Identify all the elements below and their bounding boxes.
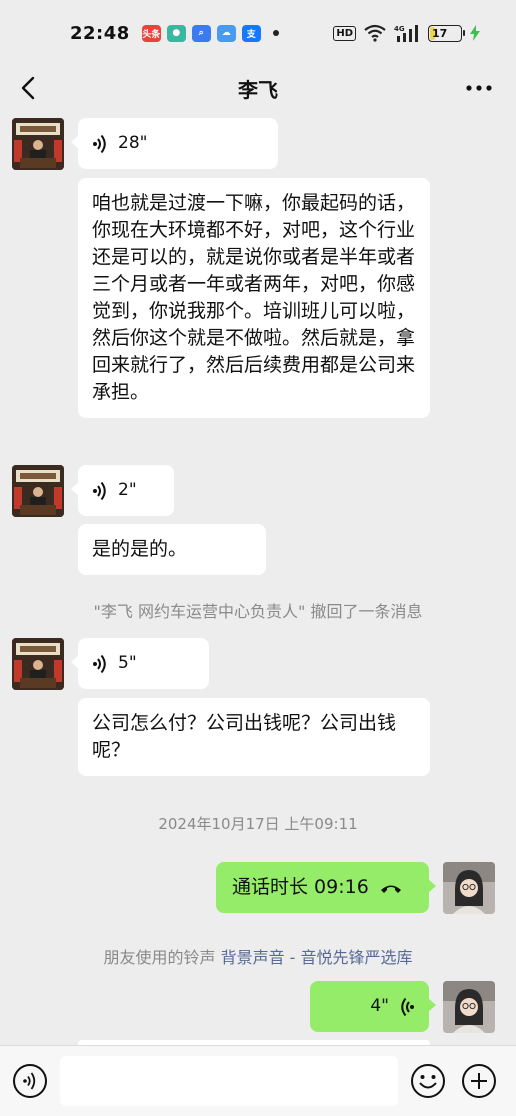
status-bar: 22:48 头条 ● ⌕ ☁ 支 HD 4G 17: [0, 0, 516, 66]
text-message-bubble[interactable]: 是的是的。: [78, 524, 266, 575]
weather-app-icon: ☁: [216, 24, 236, 42]
voice-wave-icon: [93, 134, 106, 153]
chat-header: 李飞: [0, 66, 516, 110]
chat-app-icon: ●: [166, 24, 186, 42]
search-app-icon: ⌕: [191, 24, 211, 42]
call-duration-text: 通话时长 09:16: [232, 876, 369, 898]
phone-hangup-icon: [380, 885, 401, 893]
contact-avatar[interactable]: [12, 638, 64, 690]
voice-message-bubble[interactable]: 4": [310, 981, 436, 1032]
wifi-icon: [364, 24, 386, 42]
voice-message-bubble[interactable]: 2": [71, 465, 174, 516]
chat-title: 李飞: [238, 77, 278, 102]
voice-duration: 28": [118, 133, 148, 153]
message-text: 咱也就是过渡一下嘛，你最起码的话，你现在大环境都不好，对吧，这个行业还是可以的，…: [92, 192, 416, 403]
my-avatar[interactable]: [443, 862, 495, 914]
more-options-icon[interactable]: [464, 74, 494, 102]
more-notifications-dot-icon: [272, 30, 279, 36]
alipay-app-icon: 支: [241, 24, 261, 42]
ringtone-notice: 朋友使用的铃声 背景声音 - 音悦先锋严选库: [0, 944, 516, 968]
battery-indicator: 17: [428, 24, 465, 42]
voice-input-icon[interactable]: [12, 1063, 48, 1099]
message-text: 是的是的。: [92, 538, 188, 560]
voice-duration: 5": [118, 653, 137, 673]
text-message-bubble[interactable]: 公司怎么付？公司出钱呢？公司出钱呢？: [78, 698, 430, 776]
toutiao-app-icon: 头条: [141, 24, 161, 42]
voice-message-bubble[interactable]: 5": [71, 638, 209, 689]
status-indicators: HD 4G 17: [333, 24, 480, 42]
charging-icon: [470, 25, 480, 41]
status-app-icons: 头条 ● ⌕ ☁ 支: [141, 24, 279, 42]
ringtone-prefix: 朋友使用的铃声: [103, 948, 221, 967]
message-timestamp: 2024年10月17日 上午09:11: [158, 815, 358, 833]
voice-duration: 2": [118, 480, 137, 500]
cellular-signal-icon: 4G: [394, 25, 418, 42]
back-arrow-icon[interactable]: [16, 74, 44, 102]
plus-icon[interactable]: [461, 1063, 497, 1099]
voice-wave-icon: [401, 997, 414, 1016]
message-input[interactable]: [60, 1056, 398, 1106]
voice-wave-icon: [93, 654, 106, 673]
status-time: 22:48: [70, 22, 130, 44]
recall-notice: "李飞 网约车运营中心负责人" 撤回了一条消息: [93, 602, 423, 621]
voice-message-bubble[interactable]: 28": [71, 118, 278, 169]
call-record-bubble[interactable]: 通话时长 09:16: [216, 862, 436, 913]
ringtone-link[interactable]: 背景声音 - 音悦先锋严选库: [221, 948, 413, 967]
voice-duration: 4": [370, 996, 389, 1016]
contact-avatar[interactable]: [12, 465, 64, 517]
message-input-bar: [0, 1045, 516, 1116]
hd-badge: HD: [333, 25, 356, 41]
message-text: 公司怎么付？公司出钱呢？公司出钱呢？: [92, 712, 397, 761]
text-message-bubble[interactable]: 咱也就是过渡一下嘛，你最起码的话，你现在大环境都不好，对吧，这个行业还是可以的，…: [78, 178, 430, 418]
my-avatar[interactable]: [443, 981, 495, 1033]
voice-wave-icon: [93, 481, 106, 500]
emoji-icon[interactable]: [410, 1063, 446, 1099]
contact-avatar[interactable]: [12, 118, 64, 170]
svg-text:4G: 4G: [394, 25, 405, 33]
